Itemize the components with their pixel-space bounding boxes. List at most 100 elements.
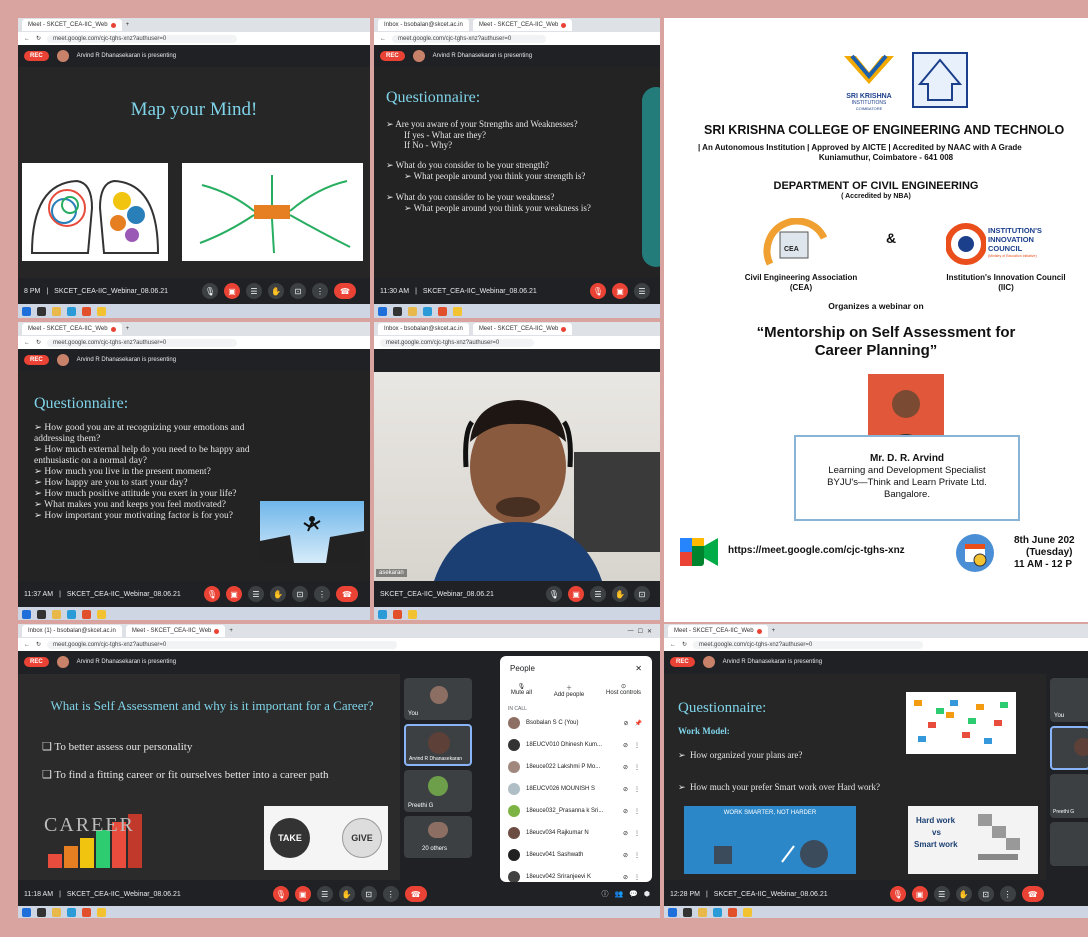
edge-icon[interactable] — [423, 306, 432, 316]
back-arrow-icon[interactable]: ← — [24, 340, 30, 346]
url-field[interactable]: meet.google.com/cjc-tghs-xnz?authuser=0 — [392, 34, 546, 43]
close-icon[interactable]: ✕ — [647, 628, 660, 635]
list-item[interactable]: 18eucv034 Rajkumar N ⊘ ⋮ — [500, 822, 652, 844]
edge-icon[interactable] — [713, 907, 722, 917]
participant-tile-arvind[interactable]: Arvind R Dhanasekaran — [404, 724, 472, 766]
tab-meet[interactable]: Meet - SKCET_CEA-IIC_Web — [22, 323, 122, 335]
chrome-icon[interactable] — [453, 306, 462, 316]
present-icon[interactable]: ⊡ — [977, 886, 994, 902]
list-item[interactable]: 18eucv041 Sashwath ⊘ ⋮ — [500, 844, 652, 866]
reload-icon[interactable]: ↻ — [682, 641, 687, 648]
chrome-icon[interactable] — [97, 306, 106, 316]
present-icon[interactable]: ⊡ — [634, 586, 650, 602]
present-icon[interactable]: ⊡ — [290, 283, 306, 299]
hang-up-button[interactable]: ☎ — [334, 283, 356, 299]
more-options-icon[interactable]: ⋮ — [999, 886, 1016, 902]
raise-hand-icon[interactable]: ✋ — [612, 586, 628, 602]
more-options-icon[interactable]: ⋮ — [314, 586, 330, 602]
captions-icon[interactable]: ☰ — [590, 586, 606, 602]
lock-icon[interactable] — [683, 907, 692, 917]
url-field[interactable]: meet.google.com/cjc-tghs-xnz?authuser=0 — [47, 640, 397, 649]
more-options-icon[interactable]: ⋮ — [312, 283, 328, 299]
host-controls-button[interactable]: ⊙ Host controls — [606, 683, 641, 698]
edge-icon[interactable] — [67, 609, 76, 619]
tab-inbox[interactable]: Inbox - bsobalan@skcet.ac.in — [378, 323, 469, 335]
new-tab-button[interactable]: + — [229, 628, 233, 634]
new-tab-button[interactable]: + — [772, 628, 776, 634]
app-icon[interactable] — [393, 609, 402, 619]
participant-tile-others[interactable] — [1050, 822, 1088, 866]
tab-meet[interactable]: Meet - SKCET_CEA-IIC_Web — [22, 19, 122, 31]
camera-off-icon[interactable]: ▣ — [612, 283, 628, 299]
tab-meet[interactable]: Meet - SKCET_CEA-IIC_Web — [472, 323, 573, 335]
more-options-icon[interactable]: ⋮ — [634, 786, 652, 793]
lock-icon[interactable] — [37, 609, 46, 619]
info-icon[interactable]: ⓘ — [601, 889, 608, 899]
more-options-icon[interactable]: ⋮ — [382, 886, 399, 902]
maximize-icon[interactable]: ☐ — [638, 628, 643, 635]
lock-icon[interactable] — [393, 306, 402, 316]
start-icon[interactable] — [668, 907, 677, 917]
reload-icon[interactable]: ↻ — [36, 641, 41, 648]
captions-icon[interactable]: ☰ — [246, 283, 262, 299]
chrome-icon[interactable] — [408, 609, 417, 619]
edge-icon[interactable] — [378, 609, 387, 619]
activities-icon[interactable]: ⬢ — [644, 890, 660, 898]
more-options-icon[interactable]: ⋮ — [634, 742, 652, 749]
start-icon[interactable] — [22, 907, 31, 917]
more-options-icon[interactable]: ⋮ — [634, 830, 652, 837]
tab-meet[interactable]: Meet - SKCET_CEA-IIC_Web — [472, 19, 573, 31]
more-options-icon[interactable]: ⋮ — [634, 874, 652, 881]
captions-icon[interactable]: ☰ — [316, 886, 333, 902]
folder-icon[interactable] — [408, 306, 417, 316]
camera-off-icon[interactable]: ▣ — [568, 586, 584, 602]
start-icon[interactable] — [22, 306, 31, 316]
participant-tile-you[interactable]: You — [1050, 678, 1088, 722]
mic-off-icon[interactable]: 🎙 — [889, 886, 906, 902]
camera-off-icon[interactable]: ▣ — [294, 886, 311, 902]
back-arrow-icon[interactable]: ← — [24, 36, 30, 42]
url-field[interactable]: meet.google.com/cjc-tghs-xnz?authuser=0 — [693, 640, 923, 649]
folder-icon[interactable] — [52, 609, 61, 619]
mic-icon[interactable]: 🎙 — [546, 586, 562, 602]
edge-icon[interactable] — [67, 306, 76, 316]
participant-tile-preethi[interactable]: Preethi G — [404, 770, 472, 812]
list-item[interactable]: 18euce032_Prasanna k Sri... ⊘ ⋮ — [500, 800, 652, 822]
hang-up-button[interactable]: ☎ — [1021, 886, 1044, 902]
chrome-icon[interactable] — [743, 907, 752, 917]
new-tab-button[interactable]: + — [126, 22, 130, 28]
chrome-icon[interactable] — [97, 907, 106, 917]
tab-inbox[interactable]: Inbox (1) - bsobalan@skcet.ac.in — [22, 625, 122, 637]
minimize-icon[interactable]: — — [628, 628, 634, 634]
people-icon[interactable]: 👥 — [614, 890, 623, 898]
new-tab-button[interactable]: + — [126, 326, 130, 332]
folder-icon[interactable] — [52, 907, 61, 917]
camera-off-icon[interactable]: ▣ — [226, 586, 242, 602]
participant-tile-others[interactable]: 20 others — [404, 816, 472, 858]
chat-icon[interactable]: 💬 — [629, 890, 638, 898]
folder-icon[interactable] — [52, 306, 61, 316]
app-icon[interactable] — [728, 907, 737, 917]
raise-hand-icon[interactable]: ✋ — [955, 886, 972, 902]
more-options-icon[interactable]: ⋮ — [634, 852, 652, 859]
captions-icon[interactable]: ☰ — [933, 886, 950, 902]
folder-icon[interactable] — [698, 907, 707, 917]
participant-tile-preethi[interactable]: Preethi G — [1050, 774, 1088, 818]
more-options-icon[interactable]: ⋮ — [634, 808, 652, 815]
chrome-icon[interactable] — [97, 609, 106, 619]
camera-off-icon[interactable]: ▣ — [911, 886, 928, 902]
url-field[interactable]: meet.google.com/cjc-tghs-xnz?authuser=0 — [47, 34, 238, 43]
raise-hand-icon[interactable]: ✋ — [270, 586, 286, 602]
list-item[interactable]: 18EUCV026 MOUNISH S ⊘ ⋮ — [500, 778, 652, 800]
list-item[interactable]: 18euce022 Lakshmi P Mo... ⊘ ⋮ — [500, 756, 652, 778]
mic-off-icon[interactable]: 🎙 — [272, 886, 289, 902]
list-item[interactable]: Bsobalan S C (You) ⊘ 📌 — [500, 712, 652, 734]
participant-tile-you[interactable]: You — [404, 678, 472, 720]
list-item[interactable]: 18EUCV010 Dhinesh Kum... ⊘ ⋮ — [500, 734, 652, 756]
close-icon[interactable]: ✕ — [635, 664, 642, 673]
hang-up-button[interactable]: ☎ — [336, 586, 358, 602]
raise-hand-icon[interactable]: ✋ — [268, 283, 284, 299]
tab-meet[interactable]: Meet - SKCET_CEA-IIC_Web — [668, 625, 768, 637]
more-options-icon[interactable]: ⋮ — [634, 764, 652, 771]
url-field[interactable]: meet.google.com/cjc-tghs-xnz?authuser=0 — [47, 338, 238, 347]
